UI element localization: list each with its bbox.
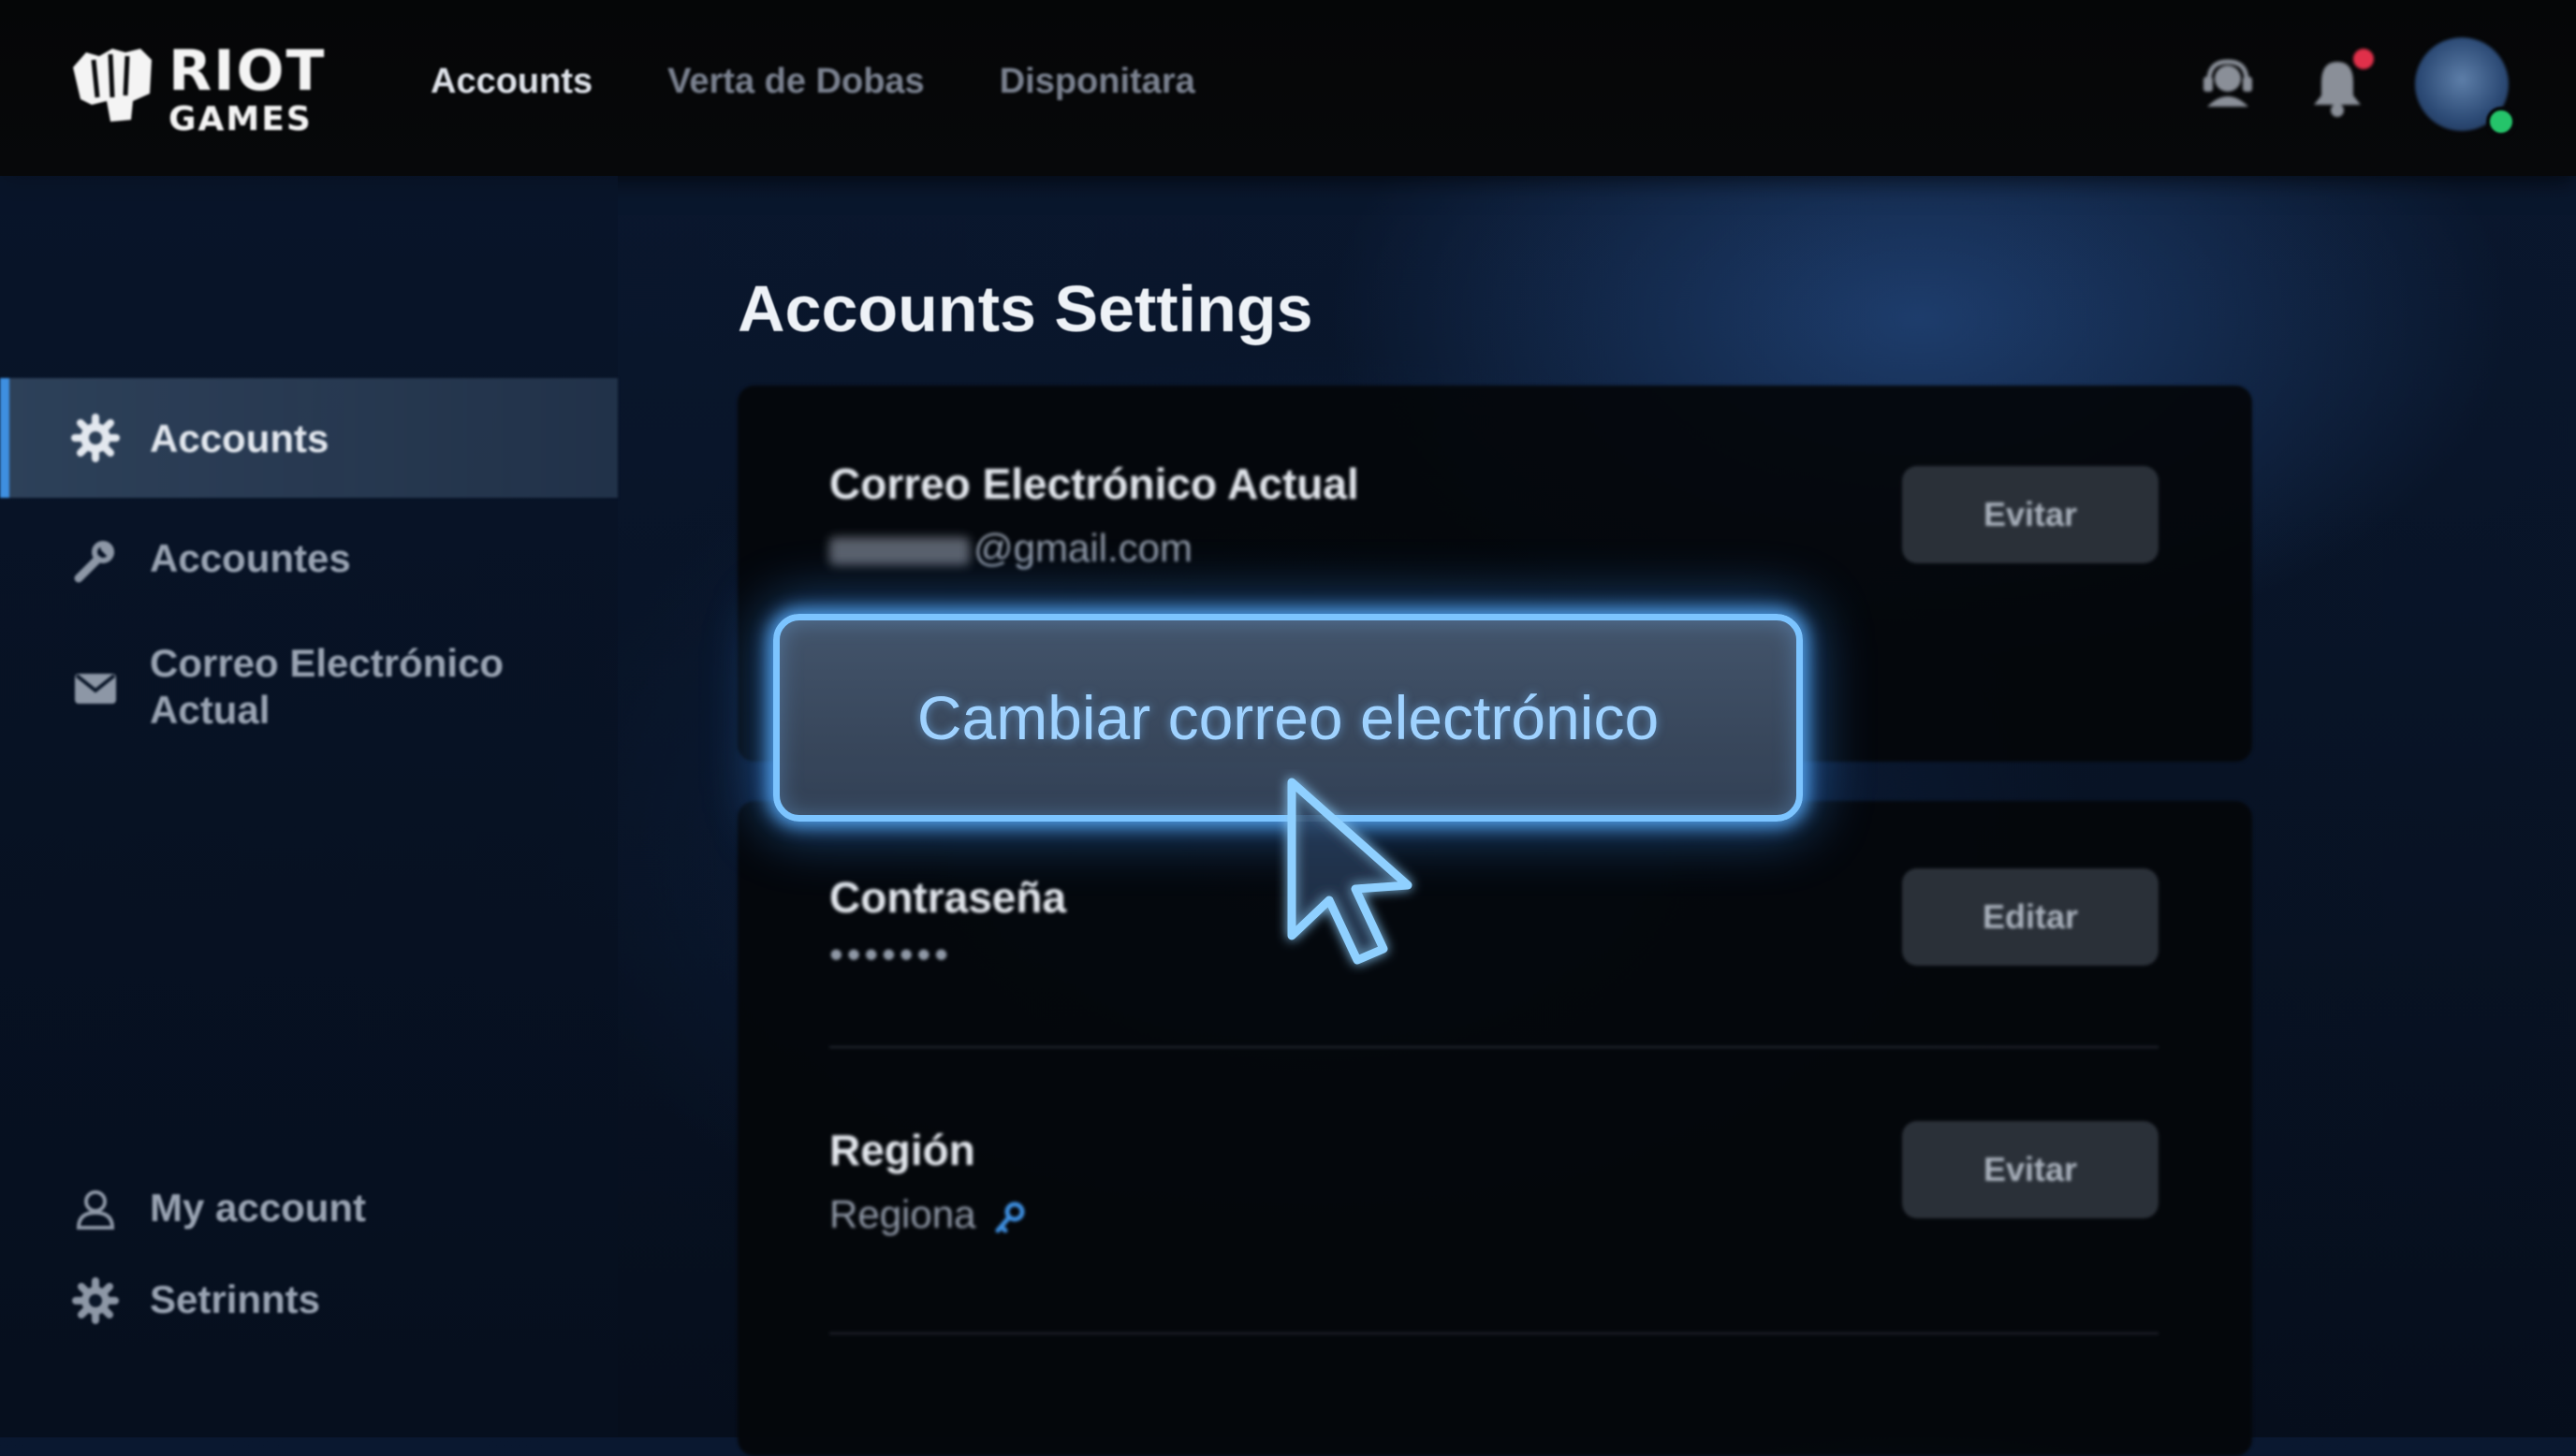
- email-row-value: @gmail.com: [829, 526, 1193, 571]
- nav-disponitara[interactable]: Disponitara: [1000, 62, 1195, 102]
- region-row-value: Regiona: [829, 1192, 1030, 1237]
- sidebar-item-label: My account: [150, 1186, 367, 1230]
- riot-games-logo[interactable]: RIOT GAMES: [66, 39, 337, 137]
- region-row-title: Región: [829, 1126, 975, 1174]
- gear-icon: [71, 414, 120, 462]
- region-key-icon: [995, 1201, 1025, 1233]
- change-email-label: Cambiar correo electrónico: [916, 683, 1660, 752]
- row-divider: [829, 1046, 2159, 1048]
- sidebar-item-label: Accounts: [150, 416, 329, 460]
- row-divider: [829, 1332, 2159, 1334]
- nav-accounts[interactable]: Accounts: [431, 62, 593, 102]
- brand-line1: RIOT: [168, 38, 327, 104]
- sidebar-item-label: Setrinnts: [150, 1277, 321, 1321]
- support-icon[interactable]: [2196, 54, 2260, 118]
- page-title: Accounts Settings: [738, 272, 1313, 345]
- active-accent-bar: [0, 378, 9, 498]
- notification-badge: [2353, 49, 2374, 69]
- top-bar: RIOT GAMES Accounts Verta de Dobas Dispo…: [0, 0, 2576, 176]
- region-evitar-button[interactable]: Evitar: [1902, 1121, 2159, 1218]
- gear-icon: [72, 1277, 119, 1324]
- sidebar-item-correo[interactable]: Correo Electrónico Actual: [0, 640, 618, 743]
- password-editar-button[interactable]: Editar: [1902, 868, 2159, 966]
- security-panel: Contraseña ••••••• Editar Región Regiona…: [738, 801, 2252, 1456]
- sidebar-item-label: Accountes: [150, 536, 351, 580]
- sidebar-item-label: Correo Electrónico Actual: [150, 641, 505, 732]
- mail-icon: [75, 674, 116, 704]
- email-evitar-button[interactable]: Evitar: [1902, 466, 2159, 563]
- password-row-value: •••••••: [829, 932, 952, 976]
- sidebar-item-settings[interactable]: Setrinnts: [0, 1276, 618, 1342]
- fist-logo-icon: [73, 49, 152, 122]
- brand-line2: GAMES: [168, 100, 313, 138]
- sidebar-item-my-account[interactable]: My account: [0, 1185, 618, 1250]
- online-status-dot: [2486, 107, 2516, 137]
- email-row-title: Correo Electrónico Actual: [829, 459, 1359, 508]
- password-row-title: Contraseña: [829, 873, 1067, 922]
- sidebar-item-accounts[interactable]: Accounts: [0, 378, 618, 498]
- redacted-email-user: [829, 536, 970, 565]
- top-nav: Accounts Verta de Dobas Disponitara: [431, 62, 1195, 102]
- wrench-icon: [74, 541, 114, 583]
- sidebar: Accounts Accountes Correo Electrónico Ac…: [0, 176, 618, 1437]
- user-icon: [76, 1190, 115, 1230]
- sidebar-item-accountes[interactable]: Accountes: [0, 531, 618, 616]
- mouse-cursor-icon: [1287, 778, 1412, 965]
- nav-verta-de-dobas[interactable]: Verta de Dobas: [667, 62, 925, 102]
